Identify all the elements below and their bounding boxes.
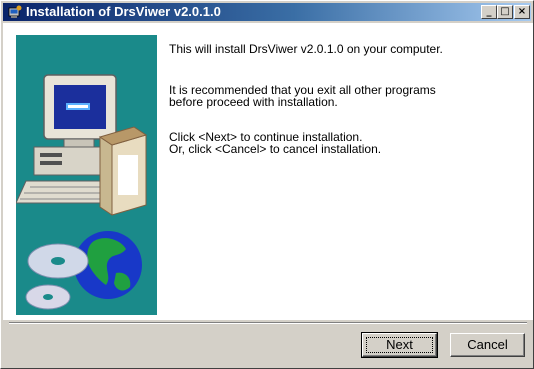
title-bar[interactable]: Installation of DrsViwer v2.0.1.0 _ □ × [3,3,531,21]
installer-icon [8,5,22,18]
installer-window: Installation of DrsViwer v2.0.1.0 _ □ × [0,0,534,369]
next-button[interactable]: Next [361,332,438,358]
next-button-label: Next [386,337,413,352]
cancel-instruction: Or, click <Cancel> to cancel installatio… [169,142,382,156]
cancel-button[interactable]: Cancel [450,333,525,357]
window-title: Installation of DrsViwer v2.0.1.0 [26,4,221,19]
close-button[interactable]: × [514,5,530,19]
recommend-line-2: before proceed with installation. [169,95,338,109]
content-panel: This will install DrsViwer v2.0.1.0 on y… [3,23,533,320]
maximize-button[interactable]: □ [497,5,513,19]
divider [9,322,527,324]
setup-illustration [15,35,157,315]
install-message: This will install DrsViwer v2.0.1.0 on y… [169,42,443,56]
minimize-button[interactable]: _ [481,5,497,19]
computer-and-globe-illustration [15,74,148,310]
